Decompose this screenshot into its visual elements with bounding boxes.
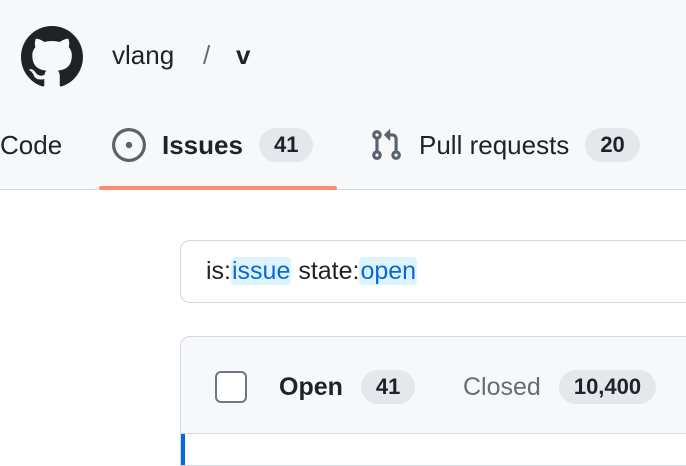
- issues-search-input[interactable]: is:issue state:open: [180, 240, 686, 303]
- issue-opened-icon: [112, 128, 146, 162]
- repo-owner-link[interactable]: vlang: [112, 40, 174, 71]
- tab-pull-requests-label: Pull requests: [419, 129, 570, 160]
- open-issues-filter[interactable]: Open 41: [279, 368, 416, 406]
- open-count-badge: 41: [360, 370, 416, 404]
- issues-list-header: Open 41 Closed 10,400: [181, 337, 686, 434]
- search-token-value: open: [359, 257, 418, 285]
- tab-code[interactable]: Code: [0, 127, 62, 163]
- tab-pull-requests[interactable]: Pull requests 20: [369, 127, 640, 163]
- row-focus-marker: [181, 434, 185, 465]
- pull-requests-count-badge: 20: [585, 128, 640, 162]
- search-token-value: issue: [231, 257, 292, 285]
- issues-list: Open 41 Closed 10,400: [180, 336, 686, 466]
- closed-count-badge: 10,400: [558, 370, 657, 404]
- search-query-text: is:issue state:open: [206, 257, 418, 286]
- repo-header: vlang / v Code Issues 41 Pull requests 2…: [0, 0, 686, 190]
- closed-issues-filter[interactable]: Closed 10,400: [463, 368, 657, 406]
- search-token-qualifier: state:: [291, 257, 360, 285]
- selected-tab-underline: [99, 186, 337, 190]
- select-all-checkbox[interactable]: [215, 371, 247, 403]
- tab-issues[interactable]: Issues 41: [112, 127, 314, 163]
- tab-issues-label: Issues: [162, 129, 243, 160]
- github-logo-icon[interactable]: [21, 26, 83, 88]
- breadcrumb-separator: /: [203, 40, 211, 70]
- tab-code-label: Code: [0, 129, 63, 160]
- git-pull-request-icon: [372, 129, 401, 160]
- search-token-qualifier: is:: [206, 257, 231, 285]
- issues-count-badge: 41: [258, 128, 314, 162]
- open-label: Open: [279, 372, 343, 401]
- repo-name-link[interactable]: v: [236, 40, 250, 71]
- closed-label: Closed: [463, 372, 541, 401]
